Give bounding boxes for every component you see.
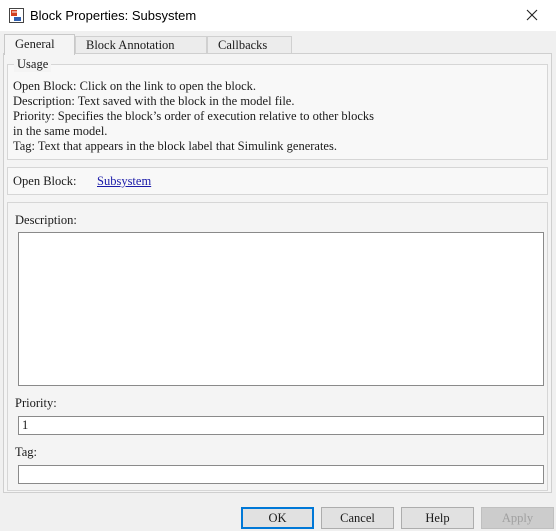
general-panel: Usage Open Block: Click on the link to o… [3,53,552,493]
apply-button[interactable]: Apply [481,507,554,529]
block-icon [9,8,24,23]
description-textarea[interactable] [18,232,544,386]
tag-label: Tag: [15,445,38,459]
help-button[interactable]: Help [401,507,474,529]
open-block-label: Open Block: [13,174,77,188]
tag-input[interactable] [18,465,544,484]
close-icon [526,9,538,21]
usage-line-priority: Priority: Specifies the block’s order of… [13,109,375,123]
usage-line-description: Description: Text saved with the block i… [13,94,295,108]
priority-label: Priority: [15,396,57,410]
description-label: Description: [15,213,77,227]
properties-group: Description: Priority: 1 Tag: [7,202,548,491]
window-title: Block Properties: Subsystem [30,8,197,23]
tab-block-annotation[interactable]: Block Annotation [75,36,207,54]
usage-line-priority-cont: in the same model. [13,124,108,138]
close-button[interactable] [510,0,556,31]
tab-general[interactable]: General [4,34,75,55]
usage-line-tag: Tag: Text that appears in the block labe… [13,139,337,153]
title-bar: Block Properties: Subsystem [0,0,556,31]
usage-legend: Usage [14,56,52,72]
ok-button[interactable]: OK [241,507,314,529]
priority-input[interactable]: 1 [18,416,544,435]
usage-group: Usage Open Block: Click on the link to o… [7,56,548,160]
usage-line-open-block: Open Block: Click on the link to open th… [13,79,257,93]
cancel-button[interactable]: Cancel [321,507,394,529]
tab-callbacks[interactable]: Callbacks [207,36,292,54]
open-block-group: Open Block: Subsystem [7,167,548,195]
open-block-link[interactable]: Subsystem [97,174,151,189]
